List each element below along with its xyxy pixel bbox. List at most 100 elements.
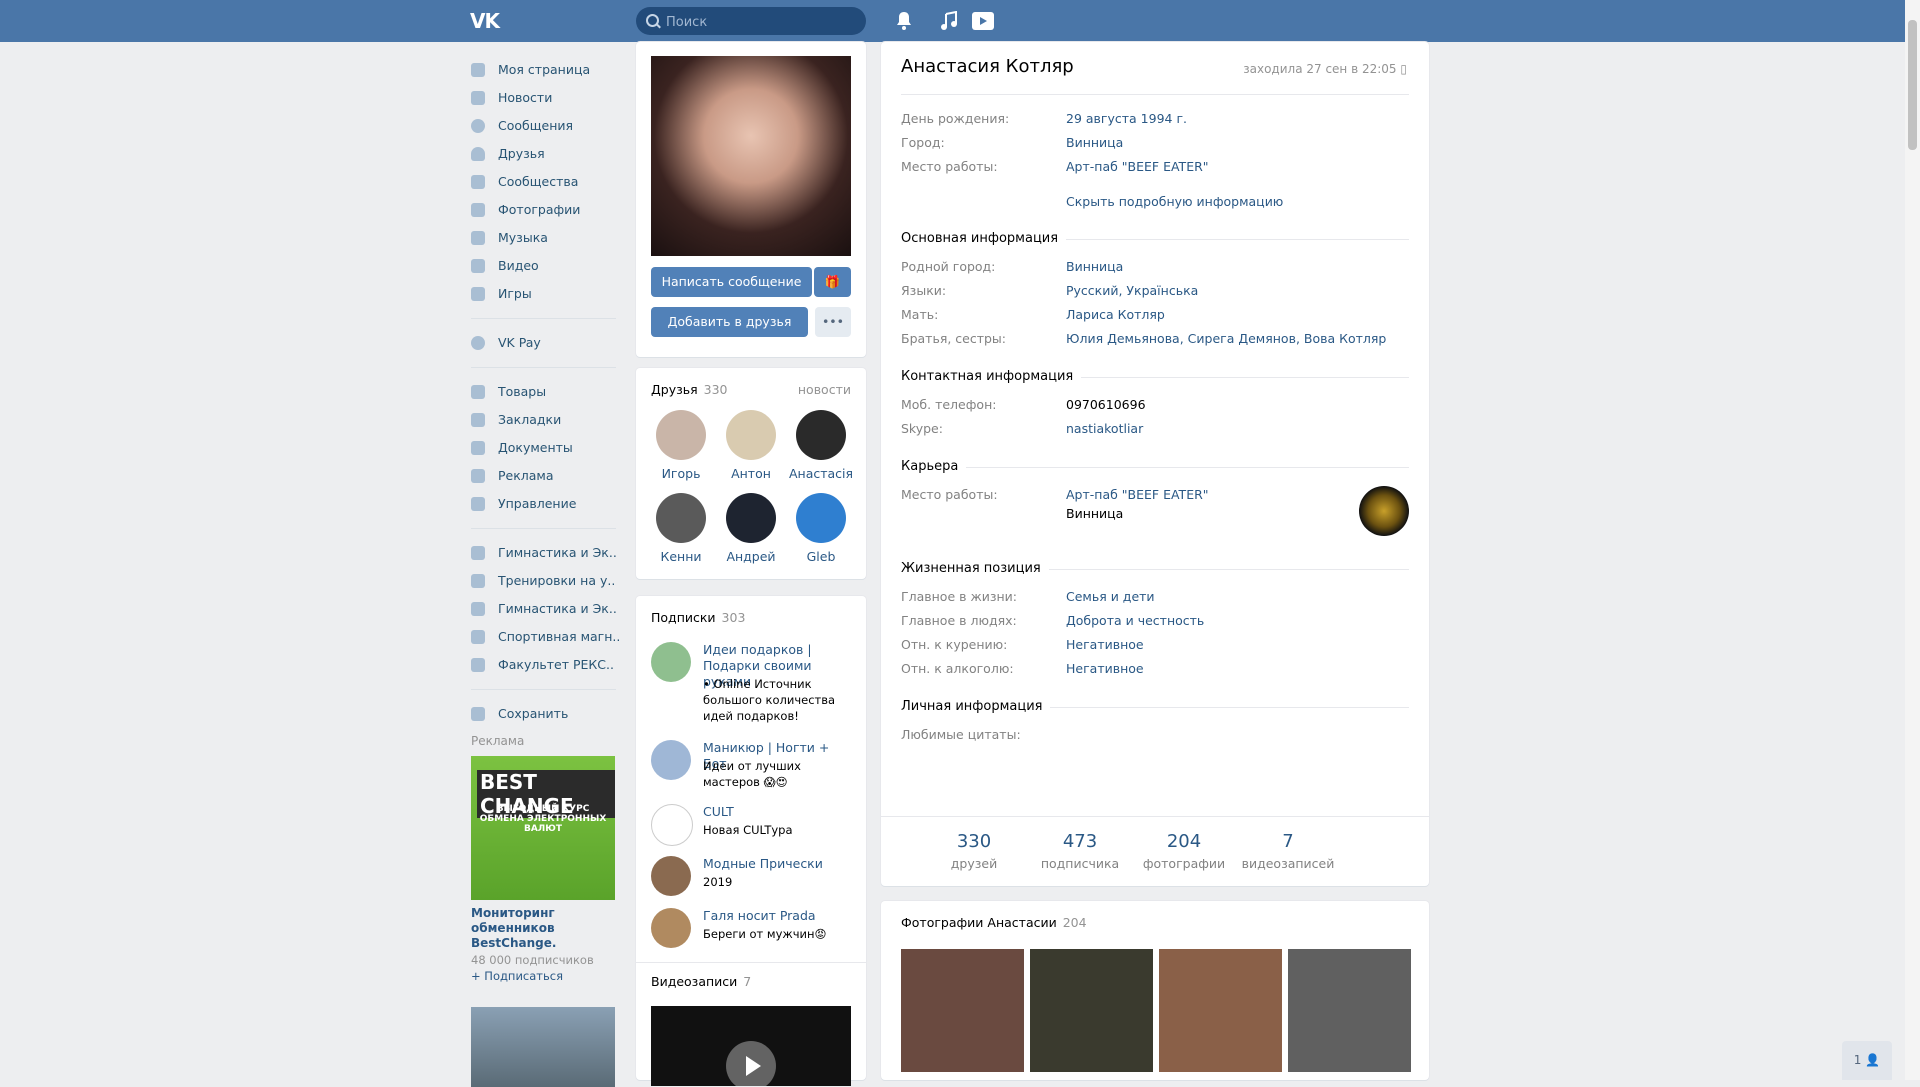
more-actions-button[interactable]: ••• — [815, 307, 851, 337]
stat-videos[interactable]: 7 видеозаписей — [1238, 831, 1338, 871]
search-input[interactable] — [664, 7, 863, 37]
info-row: День рождения: 29 августа 1994 г. — [901, 111, 1187, 126]
info-row: Главное в людях: Доброта и честность — [901, 613, 1205, 628]
triquetra-icon — [651, 804, 693, 846]
nav-divider — [471, 689, 616, 690]
play-icon[interactable] — [971, 11, 995, 31]
nav-manage[interactable]: Управление — [471, 490, 616, 518]
nav-photos[interactable]: Фотографии — [471, 196, 616, 224]
nav-news[interactable]: Новости — [471, 84, 616, 112]
info-row: Языки: Русский, Українська — [901, 283, 1199, 298]
avatar-card: Написать сообщение 🎁 Добавить в друзья •… — [636, 42, 866, 357]
ad-title[interactable]: Мониторинг обменников BestChange. — [471, 906, 616, 951]
friend-avatar — [726, 493, 776, 543]
videos-header[interactable]: Видеозаписи 7 — [651, 974, 751, 989]
megaphone-icon — [471, 469, 485, 483]
friend-item[interactable]: Gleb — [786, 493, 856, 564]
friend-item[interactable]: Андрей — [716, 493, 786, 564]
nav-friends[interactable]: Друзья — [471, 140, 616, 168]
gift-icon — [651, 642, 691, 682]
friend-avatar — [796, 410, 846, 460]
section-title: Жизненная позиция — [901, 561, 1049, 576]
photos-card: Фотографии Анастасии 204 — [881, 901, 1429, 1080]
chat-button[interactable]: 1 👤 — [1842, 1041, 1892, 1080]
nav-group-link[interactable]: Гимнастика и Эк.. — [471, 595, 617, 623]
friend-item[interactable]: Игорь — [646, 410, 716, 481]
scrollbar-thumb[interactable] — [1908, 20, 1917, 150]
nav-groups[interactable]: Сообщества — [471, 168, 616, 196]
gift-button[interactable]: 🎁 — [814, 267, 851, 297]
photos-header[interactable]: Фотографии Анастасии 204 — [901, 915, 1087, 930]
nav-group-link[interactable]: Спортивная магн.. — [471, 623, 620, 651]
bag-icon — [471, 385, 485, 399]
stat-followers[interactable]: 473 подписчика — [1030, 831, 1130, 871]
nav-save[interactable]: Сохранить — [471, 700, 616, 728]
groups-icon — [471, 658, 485, 672]
info-row: Братья, сестры: Юлия Демьянова, Сирега Де… — [901, 331, 1387, 346]
video-thumbnail[interactable] — [651, 1006, 851, 1086]
section-title: Личная информация — [901, 699, 1051, 714]
nav-group-link[interactable]: Тренировки на у.. — [471, 567, 616, 595]
camera-icon — [471, 203, 485, 217]
stat-friends[interactable]: 330 друзей — [924, 831, 1024, 871]
nav-vkpay[interactable]: VK Pay — [471, 329, 616, 357]
photo-thumbnail[interactable] — [1159, 949, 1282, 1072]
nav-bookmarks[interactable]: Закладки — [471, 406, 616, 434]
friend-item[interactable]: Кенни — [646, 493, 716, 564]
friend-icon — [471, 147, 485, 161]
music-icon[interactable] — [940, 10, 962, 31]
nav-group-link[interactable]: Факультет РЕКС.. — [471, 651, 616, 679]
section-title: Контактная информация — [901, 369, 1082, 384]
play-icon[interactable] — [726, 1041, 776, 1086]
home-icon — [471, 63, 485, 77]
write-message-button[interactable]: Написать сообщение — [651, 267, 812, 297]
friend-avatar — [656, 410, 706, 460]
nav-messages[interactable]: Сообщения — [471, 112, 616, 140]
friends-news-link[interactable]: новости — [798, 382, 851, 397]
ad-banner[interactable]: BEST CHANGE ВЫГОДНЫЙ КУРС ОБМЕНА ЭЛЕКТРО… — [471, 756, 615, 900]
add-friend-button[interactable]: Добавить в друзья — [651, 307, 808, 337]
nav-my-page[interactable]: Моя страница — [471, 56, 616, 84]
video-icon — [471, 259, 485, 273]
subscriptions-card: Подписки 303 Идеи подарков | Подарки свои… — [636, 596, 866, 1086]
nav-documents[interactable]: Документы — [471, 434, 616, 462]
person-icon: 👤 — [1865, 1053, 1881, 1067]
ad-image[interactable] — [471, 1007, 615, 1087]
friends-header[interactable]: Друзья 330 — [651, 382, 728, 397]
stat-photos[interactable]: 204 фотографии — [1134, 831, 1234, 871]
section-title: Основная информация — [901, 231, 1067, 246]
nav-group-link[interactable]: Гимнастика и Эк.. — [471, 539, 617, 567]
bell-icon[interactable] — [895, 11, 917, 31]
search-box[interactable] — [636, 7, 866, 37]
apps-icon — [471, 707, 485, 721]
subscription-avatar — [651, 856, 691, 896]
subscription-avatar — [651, 908, 691, 948]
subscriptions-header[interactable]: Подписки 303 — [651, 610, 745, 625]
nav-market[interactable]: Товары — [471, 378, 616, 406]
friend-avatar — [726, 410, 776, 460]
ad-subscribe-link[interactable]: + Подписаться — [471, 969, 616, 983]
page-scrollbar[interactable] — [1905, 0, 1920, 1080]
friend-item[interactable]: Анастасія — [786, 410, 856, 481]
groups-icon — [471, 546, 485, 560]
photo-thumbnail[interactable] — [1288, 949, 1411, 1072]
company-logo[interactable] — [1359, 486, 1409, 536]
friend-item[interactable]: Антон — [716, 410, 786, 481]
photo-thumbnail[interactable] — [901, 949, 1024, 1072]
profile-photo[interactable] — [651, 56, 851, 256]
groups-icon — [471, 630, 485, 644]
nav-divider — [471, 367, 616, 368]
nav-divider — [471, 528, 616, 529]
nav-music[interactable]: Музыка — [471, 224, 616, 252]
photo-thumbnail[interactable] — [1030, 949, 1153, 1072]
hide-details-link[interactable]: Скрыть подробную информацию — [1066, 192, 1283, 212]
divider — [901, 94, 1409, 95]
profile-name: Анастасия Котляр — [901, 56, 1074, 77]
nav-games[interactable]: Игры — [471, 280, 616, 308]
divider — [636, 962, 866, 963]
info-row: Место работы: Арт-паб "BEEF EATER" — [901, 159, 1209, 174]
nav-video[interactable]: Видео — [471, 252, 616, 280]
news-icon — [471, 91, 485, 105]
nav-ads[interactable]: Реклама — [471, 462, 616, 490]
vk-logo[interactable]: VK — [470, 9, 504, 33]
